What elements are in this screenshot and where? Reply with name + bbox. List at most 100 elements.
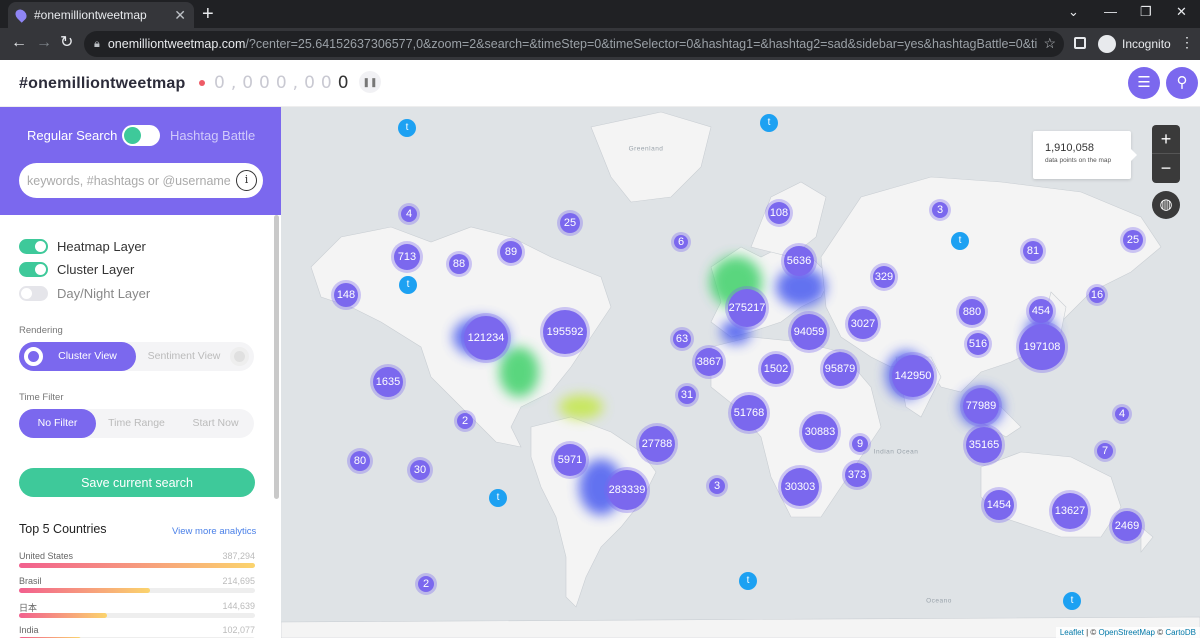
cluster-marker[interactable]: 7 — [1097, 443, 1113, 459]
browser-menu-icon[interactable]: ⋮ — [1180, 34, 1194, 51]
time-range-option[interactable]: Time Range — [96, 409, 177, 438]
twitter-marker-icon[interactable]: t — [489, 489, 507, 507]
analytics-menu-button[interactable]: ☰ — [1128, 67, 1160, 99]
cluster-marker[interactable]: 25 — [560, 213, 580, 233]
cluster-view-option[interactable]: Cluster View — [19, 342, 136, 371]
cluster-marker[interactable]: 3 — [709, 478, 725, 494]
bookmark-star-icon[interactable]: ☆ — [1043, 35, 1056, 52]
cluster-marker[interactable]: 51768 — [731, 395, 767, 431]
sidebar-scrollbar[interactable] — [274, 215, 279, 499]
cluster-marker[interactable]: 25 — [1123, 230, 1143, 250]
cluster-marker[interactable]: 88 — [449, 254, 469, 274]
cluster-marker[interactable]: 454 — [1029, 299, 1053, 323]
cluster-marker[interactable]: 197108 — [1019, 324, 1065, 370]
cluster-marker[interactable]: 6 — [674, 235, 688, 249]
cluster-marker[interactable]: 1454 — [984, 490, 1014, 520]
save-search-button[interactable]: Save current search — [19, 468, 255, 497]
cluster-marker[interactable]: 5971 — [554, 444, 586, 476]
cartodb-link[interactable]: CartoDB — [1165, 628, 1196, 637]
cluster-marker[interactable]: 35165 — [966, 427, 1002, 463]
cluster-marker[interactable]: 1635 — [373, 367, 403, 397]
cluster-marker[interactable]: 77989 — [963, 388, 999, 424]
close-window-button[interactable]: ✕ — [1176, 4, 1187, 20]
day-night-layer-toggle[interactable]: Day/Night Layer — [19, 286, 150, 301]
cluster-marker[interactable]: 16 — [1089, 287, 1105, 303]
cluster-marker[interactable]: 5636 — [784, 246, 814, 276]
cluster-marker[interactable]: 516 — [967, 333, 989, 355]
view-more-analytics-link[interactable]: View more analytics — [172, 526, 256, 537]
cluster-marker[interactable]: 27788 — [639, 426, 675, 462]
cluster-marker[interactable]: 283339 — [607, 470, 647, 510]
cluster-marker[interactable]: 89 — [500, 241, 522, 263]
zoom-out-button[interactable]: − — [1152, 154, 1180, 183]
cluster-marker[interactable]: 713 — [394, 244, 420, 270]
heatmap-layer-toggle[interactable]: Heatmap Layer — [19, 239, 146, 254]
incognito-indicator[interactable]: Incognito — [1098, 32, 1171, 56]
world-map[interactable]: Greenland Indian Ocean Oceano 4 25 108 3 713… — [281, 107, 1200, 638]
twitter-marker-icon[interactable]: t — [760, 114, 778, 132]
heatmap-switch[interactable] — [19, 239, 48, 254]
cluster-marker[interactable]: 94059 — [791, 314, 827, 350]
cluster-marker[interactable]: 2 — [457, 413, 473, 429]
cluster-marker[interactable]: 30883 — [802, 414, 838, 450]
new-tab-button[interactable]: + — [202, 4, 214, 24]
cluster-marker[interactable]: 13627 — [1052, 493, 1088, 529]
forward-button[interactable]: → — [36, 34, 52, 52]
day-night-switch[interactable] — [19, 286, 48, 301]
cluster-marker[interactable]: 4 — [1115, 407, 1129, 421]
regular-search-label[interactable]: Regular Search — [27, 128, 117, 143]
twitter-marker-icon[interactable]: t — [398, 119, 416, 137]
restore-button[interactable]: ❐ — [1140, 4, 1152, 20]
cluster-marker[interactable]: 142950 — [892, 355, 934, 397]
search-input[interactable] — [19, 163, 263, 198]
pause-button[interactable]: ❚❚ — [359, 71, 381, 93]
leaflet-link[interactable]: Leaflet — [1060, 628, 1084, 637]
twitter-marker-icon[interactable]: t — [951, 232, 969, 250]
cluster-marker[interactable]: 3867 — [695, 348, 723, 376]
address-bar[interactable]: 🔒︎ onemilliontweetmap.com/?center=25.641… — [84, 31, 1064, 57]
cluster-marker[interactable]: 3 — [932, 202, 948, 218]
cluster-marker[interactable]: 121234 — [464, 316, 508, 360]
cluster-marker[interactable]: 9 — [852, 436, 868, 452]
cluster-marker[interactable]: 373 — [845, 463, 869, 487]
tab-close-icon[interactable]: ✕ — [174, 7, 186, 24]
cluster-marker[interactable]: 195592 — [543, 310, 587, 354]
cluster-marker[interactable]: 880 — [959, 299, 985, 325]
cluster-marker[interactable]: 108 — [768, 202, 790, 224]
browser-tab[interactable]: #onemilliontweetmap ✕ — [8, 2, 194, 28]
side-panel-icon[interactable] — [1074, 37, 1086, 49]
twitter-marker-icon[interactable]: t — [739, 572, 757, 590]
cluster-marker[interactable]: 329 — [873, 266, 895, 288]
cluster-marker[interactable]: 148 — [334, 283, 358, 307]
cluster-layer-toggle[interactable]: Cluster Layer — [19, 262, 134, 277]
cluster-marker[interactable]: 80 — [350, 451, 370, 471]
cluster-marker[interactable]: 30 — [410, 460, 430, 480]
cluster-marker[interactable]: 63 — [673, 330, 691, 348]
no-filter-option[interactable]: No Filter — [19, 409, 96, 438]
twitter-marker-icon[interactable]: t — [1063, 592, 1081, 610]
cluster-marker[interactable]: 3027 — [848, 309, 878, 339]
url-text[interactable]: onemilliontweetmap.com/?center=25.641526… — [108, 37, 1038, 51]
search-mode-toggle[interactable] — [122, 125, 160, 146]
reload-button[interactable]: ↻ — [60, 34, 73, 52]
twitter-marker-icon[interactable]: t — [399, 276, 417, 294]
cluster-marker[interactable]: 275217 — [728, 289, 766, 327]
cluster-switch[interactable] — [19, 262, 48, 277]
osm-link[interactable]: OpenStreetMap — [1098, 628, 1154, 637]
cluster-marker[interactable]: 95879 — [823, 352, 857, 386]
start-now-option[interactable]: Start Now — [177, 409, 254, 438]
site-brand[interactable]: #onemilliontweetmap — [19, 75, 186, 93]
sentiment-view-option[interactable]: Sentiment View — [136, 342, 254, 371]
back-button[interactable]: ← — [11, 34, 27, 52]
info-icon[interactable]: i — [236, 170, 257, 191]
minimize-button[interactable]: — — [1104, 4, 1117, 19]
cluster-marker[interactable]: 31 — [678, 386, 696, 404]
cluster-marker[interactable]: 2 — [418, 576, 434, 592]
cluster-marker[interactable]: 2469 — [1112, 511, 1142, 541]
cluster-marker[interactable]: 4 — [401, 206, 417, 222]
tab-search-icon[interactable]: ⌄ — [1068, 4, 1079, 20]
zoom-in-button[interactable]: + — [1152, 125, 1180, 154]
cluster-marker[interactable]: 81 — [1023, 241, 1043, 261]
cluster-marker[interactable]: 30303 — [781, 468, 819, 506]
globe-icon[interactable]: ◍ — [1152, 191, 1180, 219]
